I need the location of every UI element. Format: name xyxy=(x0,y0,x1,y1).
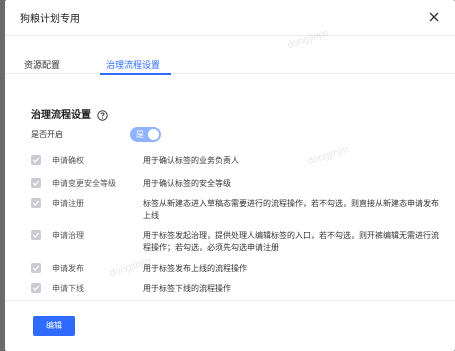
process-label-offline: 申请下线 xyxy=(52,284,84,293)
checkbox-publish[interactable] xyxy=(31,263,41,273)
switch-text: 是 xyxy=(136,130,144,139)
checkbox-register[interactable] xyxy=(31,198,41,208)
process-desc-register: 标签从新建态进入草稿态需要进行的流程操作，若不勾选，则直接从新建态申请发布上线 xyxy=(143,199,439,220)
process-row-confirm: 申请确权 用于确认标签的业务负责人 xyxy=(31,155,441,169)
process-label-register: 申请注册 xyxy=(52,199,84,208)
checkbox-offline[interactable] xyxy=(31,283,41,293)
checkbox-confirm[interactable] xyxy=(31,155,41,165)
close-icon[interactable] xyxy=(427,10,441,24)
dialog-footer: 编辑 xyxy=(5,300,455,351)
process-desc-offline: 用于标签下线的流程操作 xyxy=(143,284,231,293)
process-row-register: 申请注册 标签从新建态进入草稿态需要进行的流程操作，若不勾选，则直接从新建态申请… xyxy=(31,198,441,224)
process-desc-publish: 用于标签发布上线的流程操作 xyxy=(143,264,247,273)
governance-dialog: 狗粮计划专用 资源配置 治理流程设置 治理流程设置 是否开启 是 申请确权 用于… xyxy=(5,0,455,351)
edit-button[interactable]: 编辑 xyxy=(33,316,75,336)
dialog-header: 狗粮计划专用 xyxy=(5,0,455,36)
enable-label: 是否开启 xyxy=(31,130,63,139)
checkbox-security[interactable] xyxy=(31,178,41,188)
process-label-publish: 申请发布 xyxy=(52,264,84,273)
enable-switch[interactable]: 是 xyxy=(130,127,161,142)
tab-bar: 资源配置 治理流程设置 xyxy=(5,36,455,75)
process-row-publish: 申请发布 用于标签发布上线的流程操作 xyxy=(31,263,441,277)
active-tab-indicator xyxy=(100,73,171,75)
switch-knob xyxy=(148,129,159,140)
process-desc-confirm: 用于确认标签的业务负责人 xyxy=(143,156,239,165)
question-circle-icon[interactable] xyxy=(97,106,108,121)
tab-governance-settings[interactable]: 治理流程设置 xyxy=(106,58,160,71)
process-row-govern: 申请治理 用于标签发起治理，提供处理人编辑标签的入口，若不勾选，则开裤编辑无需进… xyxy=(31,230,441,256)
section-title: 治理流程设置 xyxy=(31,110,91,121)
checkbox-govern[interactable] xyxy=(31,230,41,240)
process-desc-security: 用于确认标签的安全等级 xyxy=(143,179,231,188)
process-desc-govern: 用于标签发起治理，提供处理人编辑标签的入口，若不勾选，则开裤编辑无需进行流程操作… xyxy=(143,231,439,252)
process-label-govern: 申请治理 xyxy=(52,231,84,240)
tab-resource-config[interactable]: 资源配置 xyxy=(24,58,60,71)
process-label-security: 申请变更安全等级 xyxy=(52,179,116,188)
process-row-security: 申请变更安全等级 用于确认标签的安全等级 xyxy=(31,178,441,192)
dialog-title: 狗粮计划专用 xyxy=(20,14,80,25)
process-label-confirm: 申请确权 xyxy=(52,156,84,165)
process-row-offline: 申请下线 用于标签下线的流程操作 xyxy=(31,283,441,297)
